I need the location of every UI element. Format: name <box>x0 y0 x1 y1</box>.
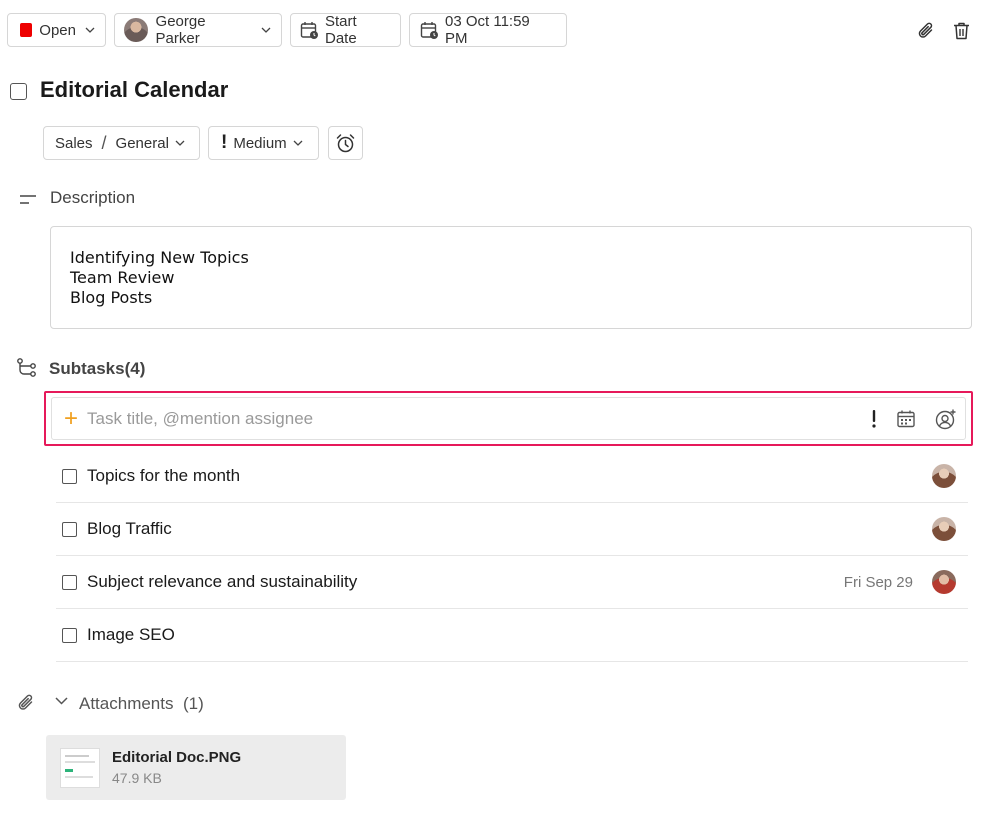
subtask-assignee-avatar[interactable] <box>932 517 956 541</box>
subtasks-label: Subtasks <box>49 359 125 378</box>
project-label: Sales <box>55 134 93 152</box>
subtask-row[interactable]: Blog Traffic <box>56 503 968 556</box>
start-date-button[interactable]: Start Date <box>290 13 401 47</box>
subtask-checkbox[interactable] <box>62 574 77 590</box>
description-icon <box>18 193 38 207</box>
assignee-dropdown[interactable]: George Parker <box>114 13 282 47</box>
task-complete-checkbox[interactable] <box>10 83 27 100</box>
plus-icon: + <box>64 404 79 432</box>
calendar-clock-icon <box>300 21 319 40</box>
attachment-size: 47.9 KB <box>112 770 162 786</box>
attachments-heading[interactable]: Attachments (1) <box>79 694 204 714</box>
paperclip-icon[interactable] <box>917 21 936 41</box>
breadcrumb-separator: / <box>101 132 107 153</box>
start-date-label: Start Date <box>325 13 357 47</box>
subtask-row[interactable]: Topics for the month <box>56 450 968 503</box>
priority-label: Medium <box>233 134 287 152</box>
calendar-icon[interactable] <box>896 409 916 429</box>
subtask-checkbox[interactable] <box>62 627 77 643</box>
attachments-label: Attachments <box>79 694 174 713</box>
subtasks-count: (4) <box>124 359 146 378</box>
due-date-label: 03 Oct 11:59 PM <box>445 13 530 47</box>
subtasks-icon <box>16 357 38 379</box>
subtask-row[interactable]: Image SEO <box>56 609 968 662</box>
subtask-checkbox[interactable] <box>62 468 77 484</box>
assignee-name: George Parker <box>155 13 206 47</box>
new-subtask-field: + <box>51 397 966 440</box>
subtask-title-input[interactable] <box>87 408 871 429</box>
chevron-down-icon <box>85 27 95 33</box>
chevron-down-icon <box>175 140 185 146</box>
subtask-assignee-avatar[interactable] <box>932 464 956 488</box>
description-label: Description <box>50 188 136 207</box>
subtask-assignee-avatar[interactable] <box>932 570 956 594</box>
subtask-title[interactable]: Image SEO <box>87 625 968 645</box>
trash-icon[interactable] <box>952 21 971 41</box>
attachment-thumbnail <box>60 747 100 788</box>
subtask-row[interactable]: Subject relevance and sustainability Fri… <box>56 556 968 609</box>
status-dropdown[interactable]: Open <box>7 13 106 47</box>
assignee-avatar <box>124 18 148 42</box>
subtask-title[interactable]: Blog Traffic <box>87 519 932 539</box>
reminder-button[interactable] <box>328 126 363 160</box>
due-date-button[interactable]: 03 Oct 11:59 PM <box>409 13 567 47</box>
attachment-info: Editorial Doc.PNG 47.9 KB <box>112 749 241 786</box>
description-editor[interactable]: Identifying New Topics Team Review Blog … <box>50 226 972 329</box>
chevron-down-icon <box>261 27 271 33</box>
assign-user-icon[interactable] <box>935 408 957 430</box>
paperclip-icon <box>17 693 36 713</box>
attachment-card[interactable]: Editorial Doc.PNG 47.9 KB <box>46 735 346 800</box>
status-label: Open <box>39 21 76 39</box>
attachments-count: (1) <box>182 694 204 713</box>
priority-icon[interactable] <box>871 409 877 429</box>
subtask-title[interactable]: Subject relevance and sustainability <box>87 572 844 592</box>
section-label: General <box>115 134 169 152</box>
description-line: Blog Posts <box>70 288 153 307</box>
attachment-name: Editorial Doc.PNG <box>112 749 242 766</box>
chevron-down-icon[interactable] <box>55 697 68 705</box>
description-line: Team Review <box>70 268 175 287</box>
status-color-swatch <box>20 23 33 37</box>
subtask-due-date[interactable]: Fri Sep 29 <box>844 574 913 591</box>
priority-dropdown[interactable]: ! Medium <box>208 126 319 160</box>
task-title[interactable]: Editorial Calendar <box>40 77 228 103</box>
calendar-clock-icon <box>420 21 439 40</box>
subtasks-heading: Subtasks(4) <box>49 359 145 379</box>
chevron-down-icon <box>293 140 303 146</box>
alarm-clock-icon <box>335 133 356 154</box>
subtask-title[interactable]: Topics for the month <box>87 466 932 486</box>
new-subtask-row: + <box>44 391 973 446</box>
subtask-checkbox[interactable] <box>62 521 77 537</box>
project-section-dropdown[interactable]: Sales / General <box>43 126 200 160</box>
description-line: Identifying New Topics <box>70 248 249 267</box>
priority-icon: ! <box>221 132 228 153</box>
